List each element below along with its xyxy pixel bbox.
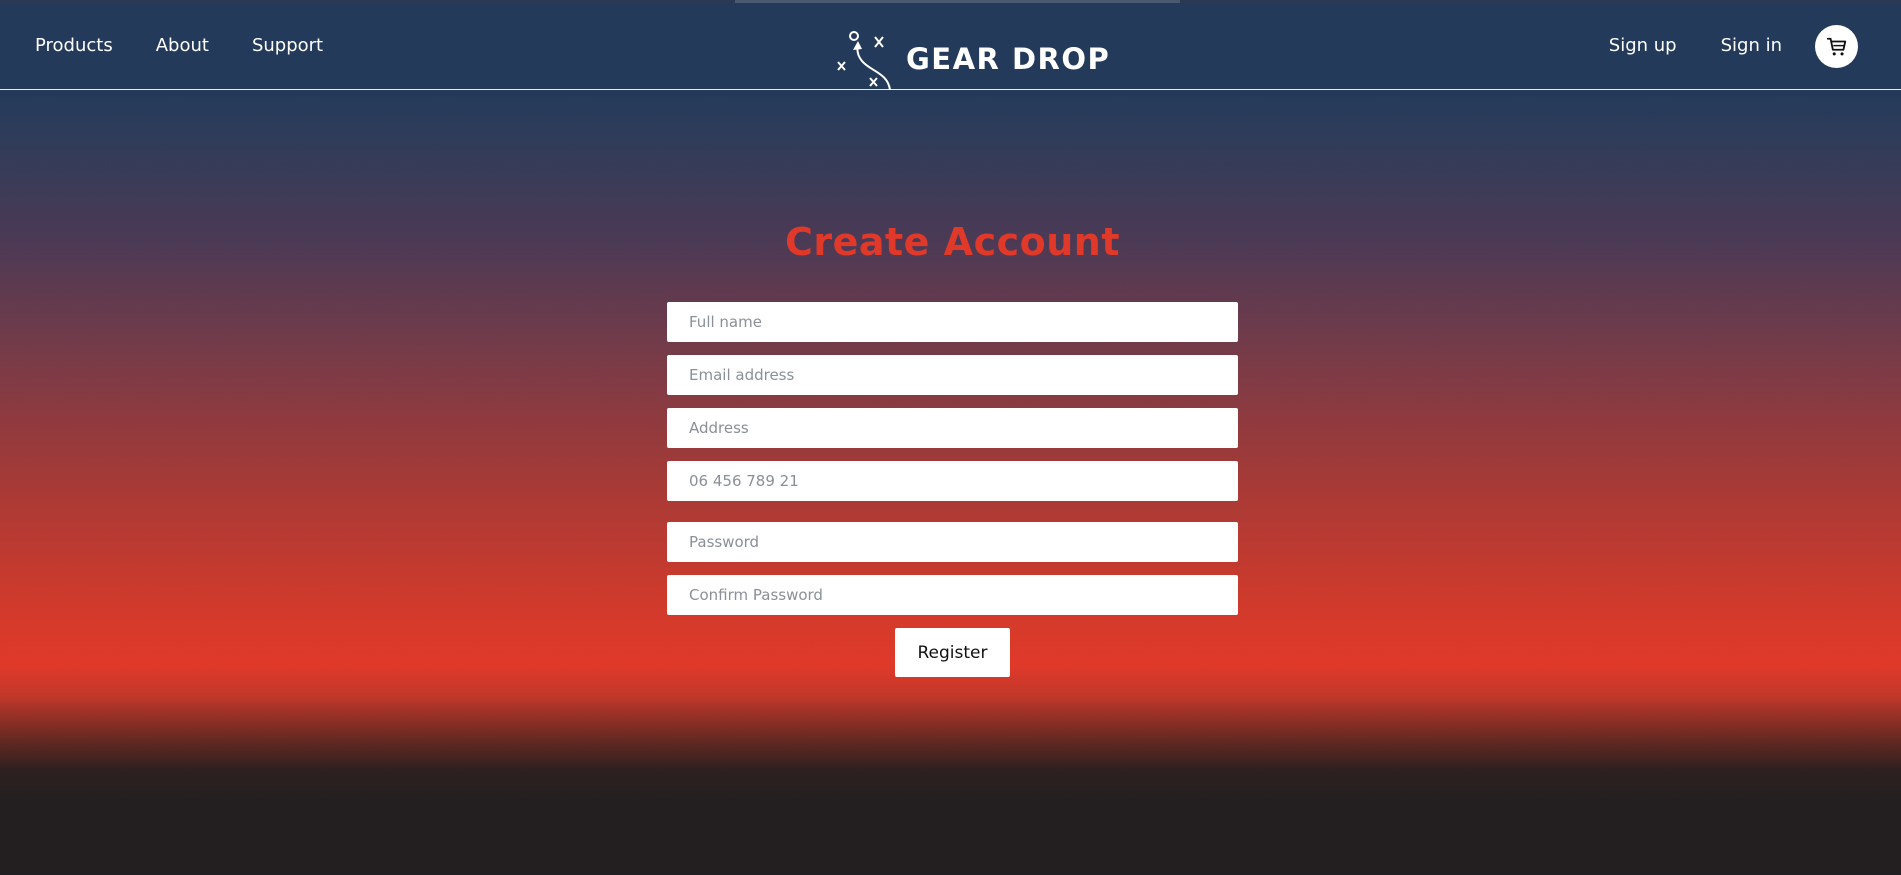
sign-in-link[interactable]: Sign in [1721, 33, 1782, 59]
account-nav: Sign up Sign in [1565, 33, 1782, 59]
brand-name: GEAR DROP [906, 42, 1111, 76]
full-name-input[interactable] [667, 302, 1238, 342]
primary-nav: Products About Support [35, 33, 366, 59]
nav-products-link[interactable]: Products [35, 33, 113, 59]
playbook-icon [837, 31, 891, 90]
sign-up-link[interactable]: Sign up [1609, 33, 1677, 59]
email-input[interactable] [667, 355, 1238, 395]
confirm-password-input[interactable] [667, 575, 1238, 615]
phone-input[interactable] [667, 461, 1238, 501]
cart-button[interactable] [1815, 25, 1858, 68]
address-input[interactable] [667, 408, 1238, 448]
register-button[interactable]: Register [895, 628, 1010, 677]
nav-about-link[interactable]: About [156, 33, 209, 59]
brand-logo[interactable]: GEAR DROP [832, 25, 1110, 90]
cart-icon [1826, 37, 1846, 55]
password-input[interactable] [667, 522, 1238, 562]
nav-support-link[interactable]: Support [252, 33, 323, 59]
page-title: Create Account [784, 220, 1121, 264]
site-header: Products About Support GEAR DROP Sign up… [0, 0, 1901, 90]
